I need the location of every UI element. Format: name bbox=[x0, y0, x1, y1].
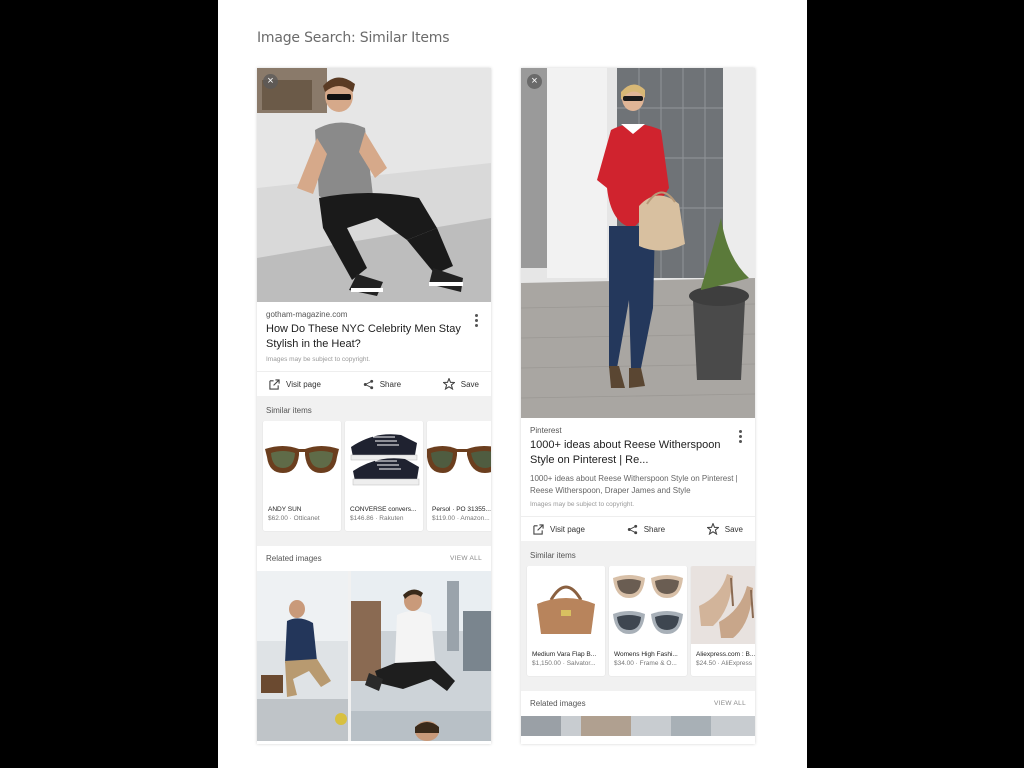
similar-item-card[interactable]: CONVERSE convers... $146.86 · Rakuten bbox=[345, 421, 423, 531]
similar-items-section: Similar items ANDY SUN $62.00 · Otticane… bbox=[257, 396, 491, 741]
page-title: Image Search: Similar Items bbox=[257, 30, 450, 46]
save-label: Save bbox=[724, 524, 743, 534]
visit-page-button[interactable]: Visit page bbox=[269, 378, 321, 390]
star-icon bbox=[442, 378, 455, 390]
similar-item-name: Medium Vara Flap B... bbox=[532, 651, 597, 658]
similar-items-section: Similar items Medium Vara Flap B... $1,1… bbox=[521, 541, 755, 736]
copyright-note: Images may be subject to copyright. bbox=[266, 356, 371, 363]
visit-page-button[interactable]: Visit page bbox=[533, 523, 585, 535]
share-icon bbox=[627, 524, 637, 534]
result-headline[interactable]: 1000+ ideas about Reese Witherspoon Styl… bbox=[530, 438, 730, 468]
share-label: Share bbox=[379, 379, 402, 389]
star-icon bbox=[706, 523, 719, 535]
related-images-grid bbox=[521, 716, 755, 736]
view-all-link[interactable]: VIEW ALL bbox=[450, 555, 482, 562]
sunglasses-image bbox=[265, 446, 339, 473]
result-info: Pinterest 1000+ ideas about Reese Wither… bbox=[521, 418, 755, 516]
view-all-link[interactable]: VIEW ALL bbox=[714, 700, 746, 707]
handbag-image bbox=[537, 585, 595, 634]
similar-item-price: $34.00 · Frame & O... bbox=[614, 660, 677, 667]
result-source[interactable]: Pinterest bbox=[530, 426, 746, 435]
sneakers-image bbox=[350, 434, 420, 486]
close-icon[interactable]: × bbox=[527, 74, 542, 89]
open-external-icon bbox=[269, 378, 280, 390]
related-images-label: Related images bbox=[530, 699, 586, 708]
more-options-icon[interactable] bbox=[475, 314, 479, 328]
save-button[interactable]: Save bbox=[706, 523, 743, 535]
hero-image[interactable]: × bbox=[257, 68, 491, 302]
share-label: Share bbox=[643, 524, 666, 534]
similar-item-card[interactable]: Womens High Fashi... $34.00 · Frame & O.… bbox=[609, 566, 687, 676]
hero-image[interactable]: × bbox=[521, 68, 755, 418]
result-card-left: × gotham-magazine.com How Do These NYC C… bbox=[257, 68, 491, 744]
save-button[interactable]: Save bbox=[442, 378, 479, 390]
similar-item-name: ANDY SUN bbox=[268, 506, 302, 513]
visit-page-label: Visit page bbox=[550, 524, 585, 534]
share-button[interactable]: Share bbox=[627, 524, 665, 535]
result-actions: Visit page Share Save bbox=[257, 371, 491, 396]
similar-item-name: Persol · PO 31355... bbox=[432, 506, 491, 513]
similar-item-name: Womens High Fashi... bbox=[614, 651, 678, 658]
similar-items-label: Similar items bbox=[530, 551, 576, 560]
similar-item-card[interactable]: Aliexpress.com : B... $24.50 · AliExpres… bbox=[691, 566, 755, 676]
similar-item-card[interactable]: Medium Vara Flap B... $1,150.00 · Salvat… bbox=[527, 566, 605, 676]
copyright-note: Images may be subject to copyright. bbox=[530, 501, 635, 508]
related-image[interactable] bbox=[257, 571, 348, 741]
similar-items-label: Similar items bbox=[266, 406, 312, 415]
result-info: gotham-magazine.com How Do These NYC Cel… bbox=[257, 302, 491, 371]
similar-item-card[interactable]: Persol · PO 31355... $119.00 · Amazon... bbox=[427, 421, 491, 531]
similar-item-card[interactable]: ANDY SUN $62.00 · Otticanet bbox=[263, 421, 341, 531]
close-icon[interactable]: × bbox=[263, 74, 278, 89]
more-options-icon[interactable] bbox=[739, 430, 743, 444]
result-actions: Visit page Share Save bbox=[521, 516, 755, 541]
similar-item-price: $62.00 · Otticanet bbox=[268, 515, 320, 522]
result-description: 1000+ ideas about Reese Witherspoon Styl… bbox=[530, 474, 738, 495]
sunglasses-image bbox=[613, 575, 683, 634]
similar-item-name: CONVERSE convers... bbox=[350, 506, 417, 513]
woman-walking-photo bbox=[521, 68, 755, 418]
result-headline[interactable]: How Do These NYC Celebrity Men Stay Styl… bbox=[266, 322, 466, 352]
result-source[interactable]: gotham-magazine.com bbox=[266, 310, 482, 319]
related-image[interactable] bbox=[351, 571, 491, 741]
similar-item-name: Aliexpress.com : B... bbox=[696, 651, 755, 658]
related-images-label: Related images bbox=[266, 554, 322, 563]
related-images-header: Related images VIEW ALL bbox=[257, 546, 491, 571]
screenshot-panel: Image Search: Similar Items × gotham-mag… bbox=[218, 0, 807, 768]
similar-items-row: ANDY SUN $62.00 · Otticanet CONVERSE con… bbox=[257, 421, 491, 542]
related-images-header: Related images VIEW ALL bbox=[521, 691, 755, 716]
share-icon bbox=[363, 379, 373, 389]
visit-page-label: Visit page bbox=[286, 379, 321, 389]
similar-item-price: $119.00 · Amazon... bbox=[432, 515, 490, 522]
result-card-right: × Pinterest 1000+ ideas about Reese With… bbox=[521, 68, 755, 744]
open-external-icon bbox=[533, 523, 544, 535]
save-label: Save bbox=[460, 379, 479, 389]
similar-item-price: $1,150.00 · Salvator... bbox=[532, 660, 596, 667]
related-images-grid bbox=[257, 571, 491, 741]
heels-image bbox=[699, 574, 754, 638]
similar-items-row: Medium Vara Flap B... $1,150.00 · Salvat… bbox=[521, 566, 755, 687]
share-button[interactable]: Share bbox=[363, 379, 401, 390]
sunglasses-image bbox=[427, 446, 491, 473]
related-image[interactable] bbox=[521, 716, 755, 736]
similar-item-price: $146.86 · Rakuten bbox=[350, 515, 404, 522]
man-sitting-photo bbox=[257, 68, 491, 302]
similar-item-price: $24.50 · AliExpress bbox=[696, 660, 753, 667]
